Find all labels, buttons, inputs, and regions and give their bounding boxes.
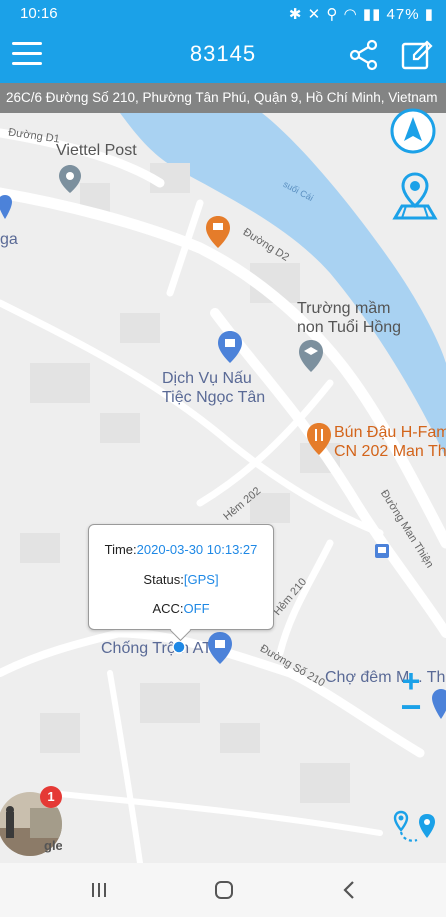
restaurant-icon bbox=[206, 216, 230, 248]
address-bar: 26C/6 Đường Số 210, Phường Tân Phú, Quận… bbox=[0, 83, 446, 113]
info-time-label: Time: bbox=[104, 542, 137, 557]
app-bar: 83145 bbox=[0, 27, 446, 83]
home-icon[interactable] bbox=[209, 877, 239, 903]
info-status-label: Status: bbox=[143, 572, 184, 587]
poi-diner-line1[interactable]: Dịch Vụ Nấu bbox=[162, 369, 252, 389]
wifi-icon: ◠ bbox=[343, 6, 358, 23]
info-status-value: [GPS] bbox=[183, 572, 219, 587]
status-icons: ✱ ✕ ⚲ ◠ ▮▮ 47% ▮ bbox=[289, 5, 434, 23]
poi-school-line1[interactable]: Trường mầm bbox=[297, 299, 391, 319]
battery-percent: 47% bbox=[386, 6, 420, 23]
poi-cho-dem[interactable]: Chợ đêm M... Thiệ bbox=[325, 668, 446, 688]
device-location-marker[interactable] bbox=[172, 640, 186, 654]
route-history-icon[interactable] bbox=[393, 806, 437, 846]
shop-icon bbox=[0, 195, 12, 219]
battery-icon: ▮ bbox=[424, 6, 434, 23]
signal-icon: ▮▮ bbox=[362, 6, 382, 23]
poi-bundau-line2[interactable]: CN 202 Man Thiệ bbox=[334, 442, 446, 462]
zoom-out-button[interactable]: − bbox=[396, 689, 426, 725]
location-icon: ⚲ bbox=[326, 6, 339, 23]
fork-knife-icon bbox=[307, 423, 331, 455]
shopping-bag-icon bbox=[218, 331, 242, 363]
poi-chong-trom[interactable]: Chống Trộm AT bbox=[101, 639, 212, 659]
bus-stop-icon bbox=[375, 544, 389, 558]
recent-apps-icon[interactable] bbox=[84, 877, 114, 903]
navigation-arrow-icon[interactable] bbox=[390, 108, 436, 154]
shopping-bag-icon-3 bbox=[432, 689, 446, 719]
share-icon[interactable] bbox=[348, 39, 380, 71]
map-location-icon[interactable] bbox=[392, 172, 438, 222]
poi-viettel-post[interactable]: Viettel Post bbox=[56, 141, 137, 161]
poi-bundau-line1[interactable]: Bún Đậu H-Fami bbox=[334, 423, 446, 443]
info-acc-value: OFF bbox=[183, 601, 210, 616]
back-icon[interactable] bbox=[334, 877, 364, 903]
info-time-value: 2020-03-30 10:13:27 bbox=[136, 542, 258, 557]
shopping-bag-icon-2 bbox=[208, 632, 232, 664]
system-navigation-bar bbox=[0, 863, 446, 917]
info-window[interactable]: Time:2020-03-30 10:13:27 Status:[GPS] AC… bbox=[88, 524, 274, 642]
status-time: 10:16 bbox=[20, 5, 58, 22]
info-status-row: Status:[GPS] bbox=[89, 572, 273, 587]
info-acc-row: ACC:OFF bbox=[89, 601, 273, 616]
status-bar: 10:16 ✱ ✕ ⚲ ◠ ▮▮ 47% ▮ bbox=[0, 0, 446, 27]
edit-icon[interactable] bbox=[400, 39, 434, 71]
bluetooth-icon: ✱ bbox=[288, 6, 303, 23]
info-acc-label: ACC: bbox=[152, 601, 184, 616]
poi-ga[interactable]: ga bbox=[0, 230, 18, 250]
pin-icon bbox=[59, 165, 81, 193]
info-time-row: Time:2020-03-30 10:13:27 bbox=[89, 542, 273, 557]
map-view[interactable]: Đường D1 Đường D2 Hẻm 202 Hẻm 210 Đường … bbox=[0, 113, 446, 863]
poi-diner-line2[interactable]: Tiệc Ngọc Tân bbox=[162, 388, 265, 408]
google-logo-fragment: gle bbox=[44, 838, 62, 853]
poi-school-line2[interactable]: non Tuổi Hồng bbox=[297, 318, 401, 338]
notification-badge[interactable]: 1 bbox=[40, 786, 62, 808]
mute-icon: ✕ bbox=[307, 6, 322, 23]
school-icon bbox=[299, 340, 323, 372]
